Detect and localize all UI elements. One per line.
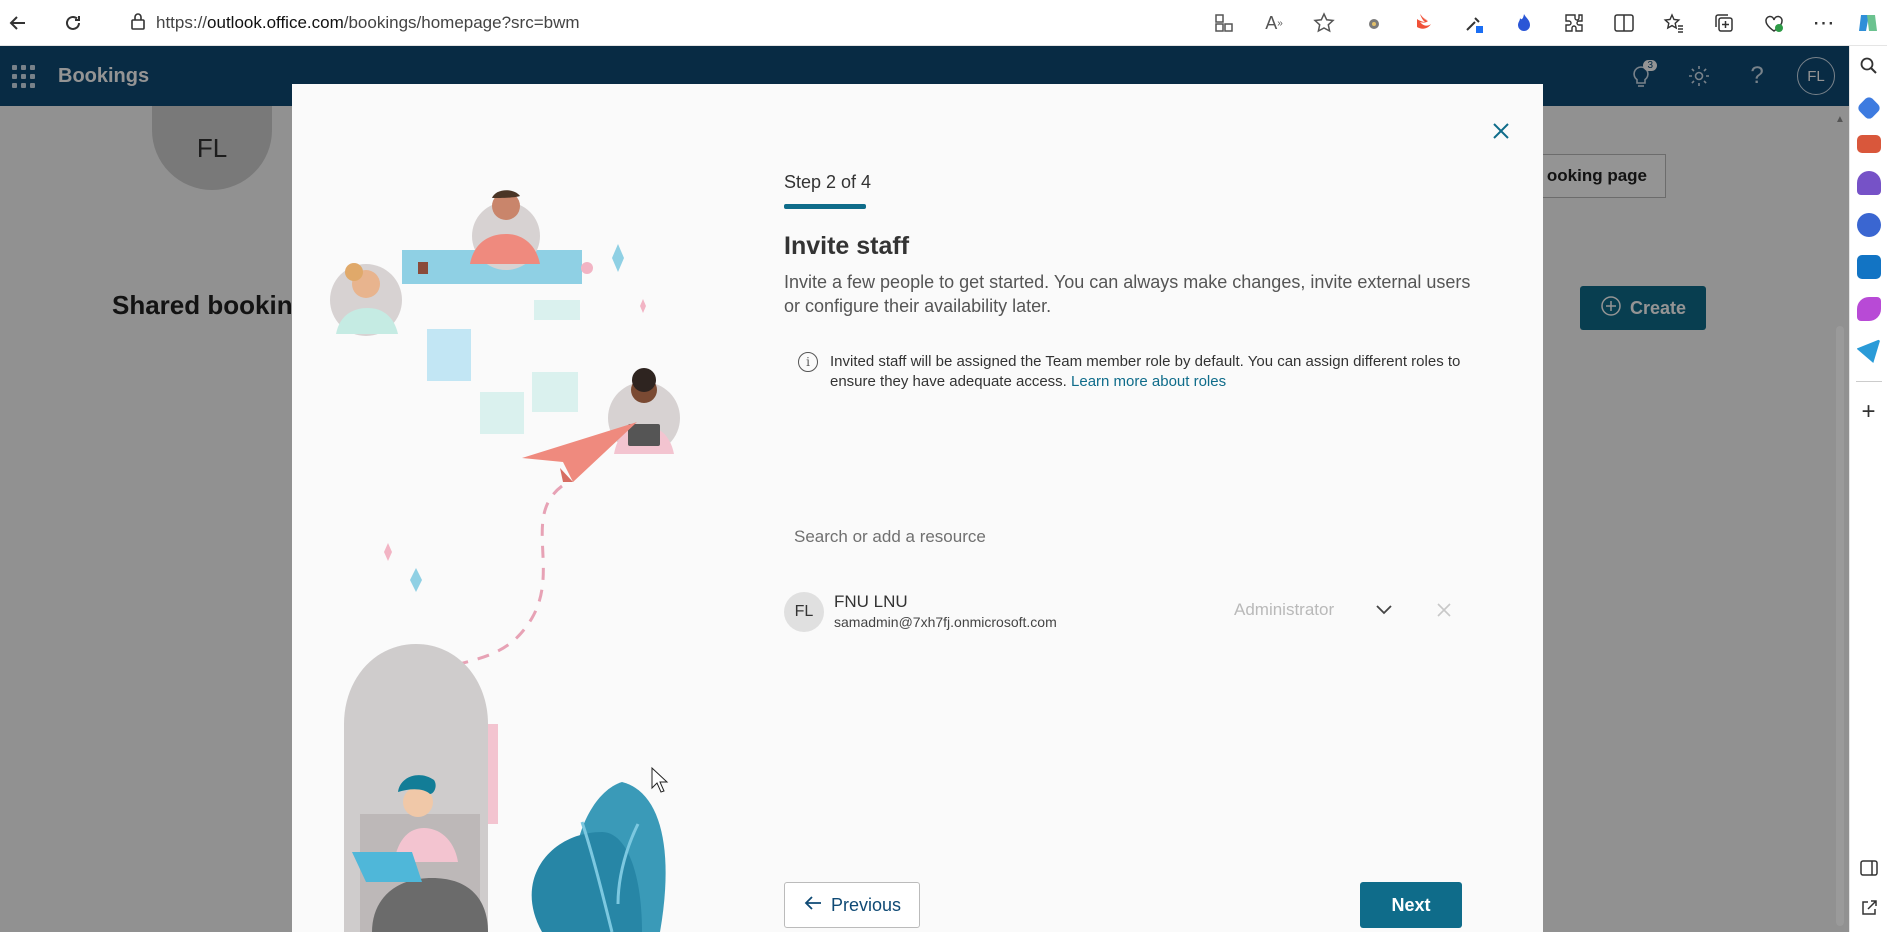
outlook-icon[interactable] bbox=[1856, 255, 1881, 279]
wizard-content: Step 2 of 4 Invite staff Invite a few pe… bbox=[784, 84, 1484, 932]
url-text: https://outlook.office.com/bookings/home… bbox=[156, 13, 580, 32]
back-icon[interactable] bbox=[0, 5, 36, 41]
shopping-tag-icon[interactable] bbox=[1855, 95, 1882, 121]
split-screen-icon[interactable] bbox=[1599, 0, 1649, 46]
close-icon[interactable] bbox=[1486, 116, 1516, 146]
more-options-icon[interactable]: ⋯ bbox=[1799, 0, 1849, 46]
sidebar-panel-icon[interactable] bbox=[1859, 860, 1878, 881]
extension-bug-icon[interactable] bbox=[1349, 0, 1399, 46]
info-text-wrap: Invited staff will be assigned the Team … bbox=[830, 352, 1470, 404]
apps-icon[interactable] bbox=[1199, 0, 1249, 46]
staff-email: samadmin@7xh7fj.onmicrosoft.com bbox=[834, 614, 1057, 630]
previous-button[interactable]: Previous bbox=[784, 882, 920, 928]
role-dropdown[interactable]: Administrator bbox=[1234, 600, 1334, 620]
invite-staff-dialog: Step 2 of 4 Invite staff Invite a few pe… bbox=[292, 84, 1543, 932]
page-scrollbar[interactable]: ▲ bbox=[1833, 106, 1847, 932]
address-bar[interactable]: https://outlook.office.com/bookings/home… bbox=[130, 8, 580, 38]
microsoft365-icon[interactable] bbox=[1856, 213, 1881, 237]
info-message: i Invited staff will be assigned the Tea… bbox=[784, 342, 1484, 404]
search-icon[interactable] bbox=[1859, 56, 1879, 81]
add-sidebar-icon[interactable]: + bbox=[1861, 400, 1875, 424]
step-progress-bar bbox=[784, 204, 866, 209]
toolbox-icon[interactable] bbox=[1856, 135, 1881, 153]
sidebar-divider bbox=[1855, 381, 1882, 382]
designer-icon[interactable] bbox=[1856, 297, 1881, 321]
onboarding-illustration bbox=[330, 190, 680, 932]
collections-icon[interactable] bbox=[1699, 0, 1749, 46]
games-icon[interactable] bbox=[1856, 171, 1881, 195]
edge-sidebar: + bbox=[1849, 46, 1887, 932]
step-indicator: Step 2 of 4 bbox=[784, 172, 872, 192]
lock-icon bbox=[130, 12, 146, 35]
resource-search-input[interactable] bbox=[784, 516, 1484, 558]
read-aloud-icon[interactable]: A» bbox=[1249, 0, 1299, 46]
remove-staff-icon[interactable] bbox=[1432, 598, 1456, 622]
extension-flame-icon[interactable] bbox=[1499, 0, 1549, 46]
staff-avatar: FL bbox=[784, 592, 824, 632]
learn-more-roles-link[interactable]: Learn more about roles bbox=[1071, 373, 1226, 390]
send-icon[interactable] bbox=[1856, 339, 1881, 363]
staff-row: FL FNU LNU samadmin@7xh7fj.onmicrosoft.c… bbox=[784, 588, 1484, 636]
scroll-up-arrow-icon[interactable]: ▲ bbox=[1835, 114, 1845, 125]
next-button[interactable]: Next bbox=[1360, 882, 1462, 928]
scrollbar-thumb[interactable] bbox=[1836, 326, 1844, 926]
extension-swift-icon[interactable] bbox=[1399, 0, 1449, 46]
extension-eyedropper-icon[interactable] bbox=[1449, 0, 1499, 46]
external-link-icon[interactable] bbox=[1860, 899, 1878, 922]
extensions-puzzle-icon[interactable] bbox=[1549, 0, 1599, 46]
browser-toolbar: https://outlook.office.com/bookings/home… bbox=[0, 0, 1887, 46]
copilot-icon[interactable] bbox=[1849, 0, 1887, 46]
favorites-list-icon[interactable] bbox=[1649, 0, 1699, 46]
refresh-icon[interactable] bbox=[55, 5, 91, 41]
section-title: Invite staff bbox=[784, 232, 910, 260]
browser-extension-icons: A» ⋯ bbox=[1199, 0, 1849, 46]
staff-name: FNU LNU bbox=[834, 592, 908, 611]
favorite-star-icon[interactable] bbox=[1299, 0, 1349, 46]
previous-label: Previous bbox=[830, 894, 902, 915]
section-description: Invite a few people to get started. You … bbox=[784, 272, 1471, 316]
arrow-left-icon bbox=[803, 895, 823, 916]
info-icon: i bbox=[798, 352, 818, 372]
chevron-down-icon[interactable] bbox=[1372, 598, 1396, 622]
browser-essentials-icon[interactable] bbox=[1749, 0, 1799, 46]
